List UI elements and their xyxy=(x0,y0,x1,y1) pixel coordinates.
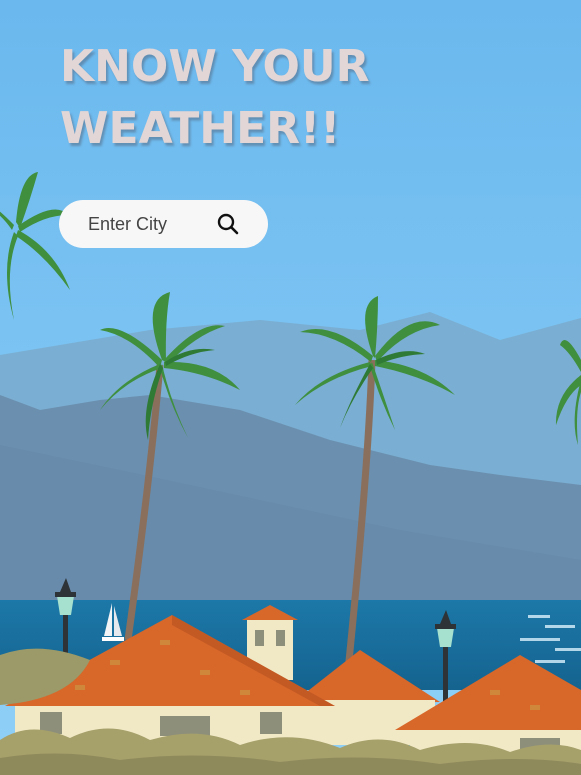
search-icon xyxy=(217,213,239,235)
title-line-1: KNOW YOUR xyxy=(60,41,370,92)
mountains xyxy=(0,312,581,605)
city-search-input[interactable] xyxy=(88,213,213,235)
page-title: KNOW YOUR WEATHER!! xyxy=(60,36,369,160)
title-line-2: WEATHER!! xyxy=(60,103,341,154)
search-button[interactable] xyxy=(213,210,243,238)
search-bar xyxy=(59,200,268,248)
